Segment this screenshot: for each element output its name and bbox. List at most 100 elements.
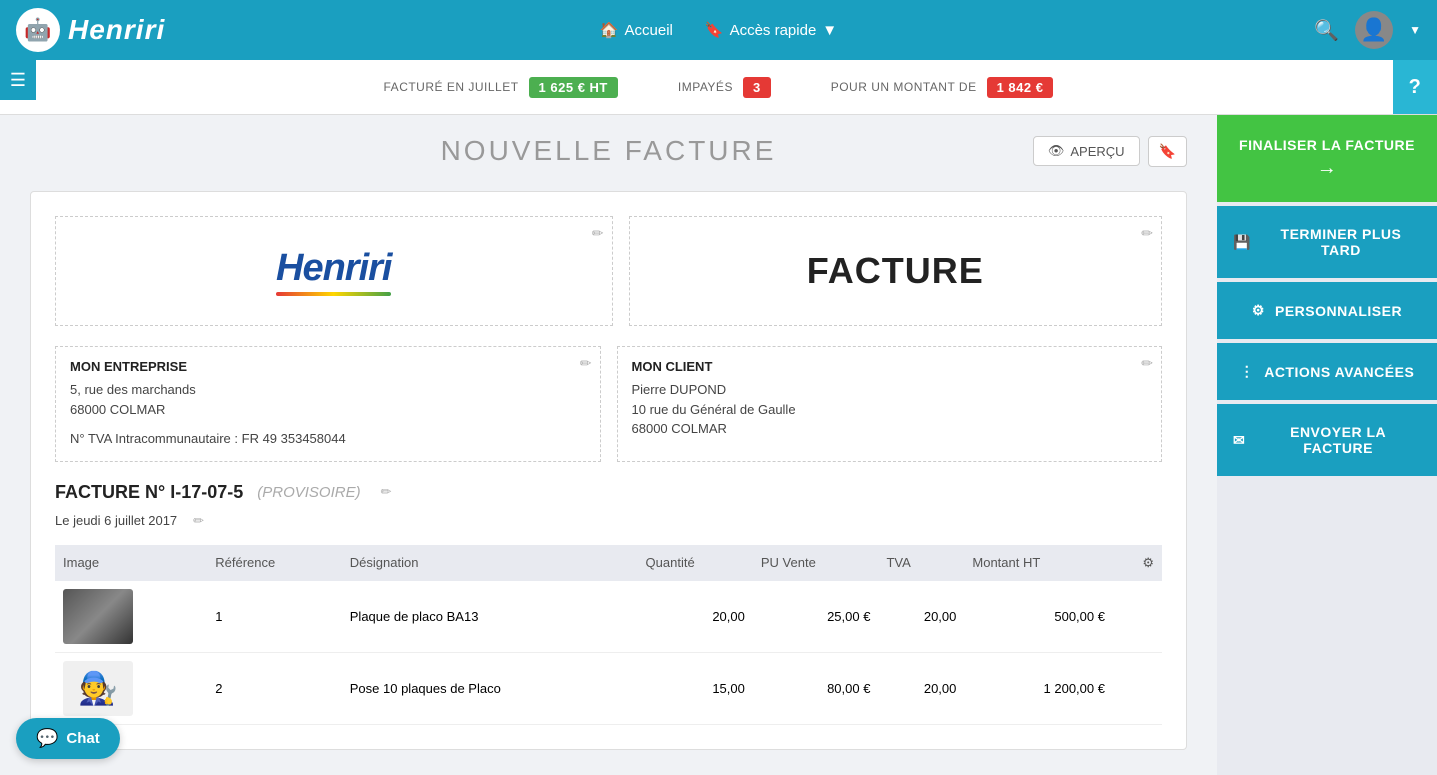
stat-impayes-label: IMPAYÉS (678, 80, 733, 94)
henriri-logo-text: Henriri (276, 247, 391, 290)
row2-actions (1113, 652, 1162, 724)
apercu-label: APERÇU (1070, 144, 1124, 159)
placo-image (63, 589, 133, 644)
col-reference: Référence (207, 545, 342, 581)
stats-bar: FACTURÉ EN JUILLET 1 625 € HT IMPAYÉS 3 … (0, 60, 1437, 115)
stat-facture: FACTURÉ EN JUILLET 1 625 € HT (384, 77, 618, 98)
company-tva: N° TVA Intracommunautaire : FR 49 353458… (70, 429, 586, 449)
invoice-top: ✏ Henriri ✏ FACTURE (55, 216, 1162, 326)
chevron-down-icon: ▼ (822, 22, 837, 39)
row2-pu-vente: 80,00 € (753, 652, 879, 724)
avatar[interactable]: 👤 (1355, 11, 1393, 49)
terminer-label: TERMINER PLUS TARD (1261, 226, 1421, 258)
logo-box: ✏ Henriri (55, 216, 613, 326)
row1-designation: Plaque de placo BA13 (342, 581, 638, 653)
stat-facture-label: FACTURÉ EN JUILLET (384, 80, 519, 94)
avatar-chevron-icon[interactable]: ▼ (1409, 23, 1421, 37)
actions-button[interactable]: ⋮ ACTIONS AVANCÉES (1217, 343, 1437, 400)
invoice-date: Le jeudi 6 juillet 2017 (55, 513, 177, 528)
col-pu-vente: PU Vente (753, 545, 879, 581)
invoice-title-box: ✏ FACTURE (629, 216, 1163, 326)
invoice-number-row: FACTURE N° I-17-07-5 (PROVISOIRE) ✏ (55, 482, 1162, 503)
bookmark-icon: 🔖 (705, 21, 724, 39)
henriri-underline (276, 292, 391, 296)
col-designation: Désignation (342, 545, 638, 581)
client-address1: 10 rue du Général de Gaulle (632, 400, 1148, 420)
left-content: NOUVELLE FACTURE 👁 APERÇU 🔖 ✏ Henriri (0, 115, 1217, 775)
title-actions: 👁 APERÇU 🔖 (1033, 136, 1187, 167)
address-section: ✏ MON ENTREPRISE 5, rue des marchands 68… (55, 346, 1162, 462)
worker-image: 🧑‍🔧 (63, 661, 133, 716)
chat-button[interactable]: 💬 Chat (16, 718, 120, 759)
search-icon[interactable]: 🔍 (1314, 18, 1339, 43)
nav-accueil-label: Accueil (625, 22, 673, 39)
edit-date-icon[interactable]: ✏ (193, 513, 204, 529)
nav-acces-rapide[interactable]: 🔖 Accès rapide ▼ (705, 21, 837, 39)
row1-image (55, 581, 207, 653)
stat-montant: POUR UN MONTANT DE 1 842 € (831, 77, 1054, 98)
help-button[interactable]: ? (1393, 60, 1437, 114)
invoice-table: Image Référence Désignation Quantité PU … (55, 545, 1162, 725)
company-address2: 68000 COLMAR (70, 400, 586, 420)
invoice-title-text: FACTURE (807, 250, 984, 292)
stat-montant-badge: 1 842 € (987, 77, 1054, 98)
edit-logo-icon[interactable]: ✏ (592, 225, 604, 242)
edit-client-icon[interactable]: ✏ (1141, 355, 1153, 372)
arrow-icon: → (1317, 157, 1338, 180)
col-settings[interactable]: ⚙ (1113, 545, 1162, 581)
apercu-button[interactable]: 👁 APERÇU (1033, 136, 1140, 166)
company-address-box: ✏ MON ENTREPRISE 5, rue des marchands 68… (55, 346, 601, 462)
edit-company-icon[interactable]: ✏ (580, 355, 592, 372)
invoice-document: ✏ Henriri ✏ FACTURE ✏ MON ENTREPRISE 5, … (30, 191, 1187, 750)
home-icon: 🏠 (600, 21, 619, 39)
table-row: 1 Plaque de placo BA13 20,00 25,00 € 20,… (55, 581, 1162, 653)
client-address-box: ✏ MON CLIENT Pierre DUPOND 10 rue du Gén… (617, 346, 1163, 462)
finaliser-button[interactable]: FINALISER LA FACTURE → (1217, 115, 1437, 202)
row2-ref: 2 (207, 652, 342, 724)
envoyer-label: ENVOYER LA FACTURE (1255, 424, 1421, 456)
row1-pu-vente: 25,00 € (753, 581, 879, 653)
invoice-number: FACTURE N° I-17-07-5 (55, 482, 243, 503)
list-icon: ⋮ (1240, 363, 1255, 380)
nav-acces-rapide-label: Accès rapide (730, 22, 817, 39)
sidebar-toggle-button[interactable]: ☰ (0, 60, 36, 100)
main-layout: NOUVELLE FACTURE 👁 APERÇU 🔖 ✏ Henriri (0, 115, 1437, 775)
nav-accueil[interactable]: 🏠 Accueil (600, 21, 673, 39)
col-quantite: Quantité (638, 545, 753, 581)
row2-image: 🧑‍🔧 (55, 652, 207, 724)
hamburger-icon: ☰ (10, 70, 26, 91)
personnaliser-button[interactable]: ⚙ PERSONNALISER (1217, 282, 1437, 339)
personnaliser-label: PERSONNALISER (1275, 303, 1402, 319)
col-montant: Montant HT (964, 545, 1113, 581)
edit-title-icon[interactable]: ✏ (1141, 225, 1153, 242)
stat-facture-badge: 1 625 € HT (529, 77, 618, 98)
bookmark-button[interactable]: 🔖 (1148, 136, 1187, 167)
gear-icon: ⚙ (1252, 302, 1265, 319)
header: 🤖 Henriri 🏠 Accueil 🔖 Accès rapide ▼ 🔍 👤… (0, 0, 1437, 60)
client-name: Pierre DUPOND (632, 380, 1148, 400)
henriri-logo: Henriri (276, 247, 391, 296)
row1-ref: 1 (207, 581, 342, 653)
eye-icon: 👁 (1048, 143, 1065, 159)
send-icon: ✉ (1233, 432, 1245, 449)
row1-actions (1113, 581, 1162, 653)
logo[interactable]: 🤖 Henriri (16, 8, 165, 52)
stat-montant-label: POUR UN MONTANT DE (831, 80, 977, 94)
logo-robot-icon: 🤖 (16, 8, 60, 52)
finaliser-label: FINALISER LA FACTURE (1239, 137, 1415, 153)
edit-number-icon[interactable]: ✏ (381, 484, 392, 500)
row1-quantite: 20,00 (638, 581, 753, 653)
row2-montant: 1 200,00 € (964, 652, 1113, 724)
chat-label: Chat (66, 730, 99, 747)
envoyer-button[interactable]: ✉ ENVOYER LA FACTURE (1217, 404, 1437, 476)
company-address1: 5, rue des marchands (70, 380, 586, 400)
stat-impayes: IMPAYÉS 3 (678, 77, 771, 98)
page-title: NOUVELLE FACTURE (441, 135, 777, 167)
page-title-row: NOUVELLE FACTURE 👁 APERÇU 🔖 (30, 135, 1187, 167)
terminer-button[interactable]: 💾 TERMINER PLUS TARD (1217, 206, 1437, 278)
col-tva: TVA (878, 545, 964, 581)
chat-icon: 💬 (36, 728, 58, 749)
invoice-status-badge: (PROVISOIRE) (257, 484, 360, 501)
table-header-row: Image Référence Désignation Quantité PU … (55, 545, 1162, 581)
company-title: MON ENTREPRISE (70, 359, 586, 374)
